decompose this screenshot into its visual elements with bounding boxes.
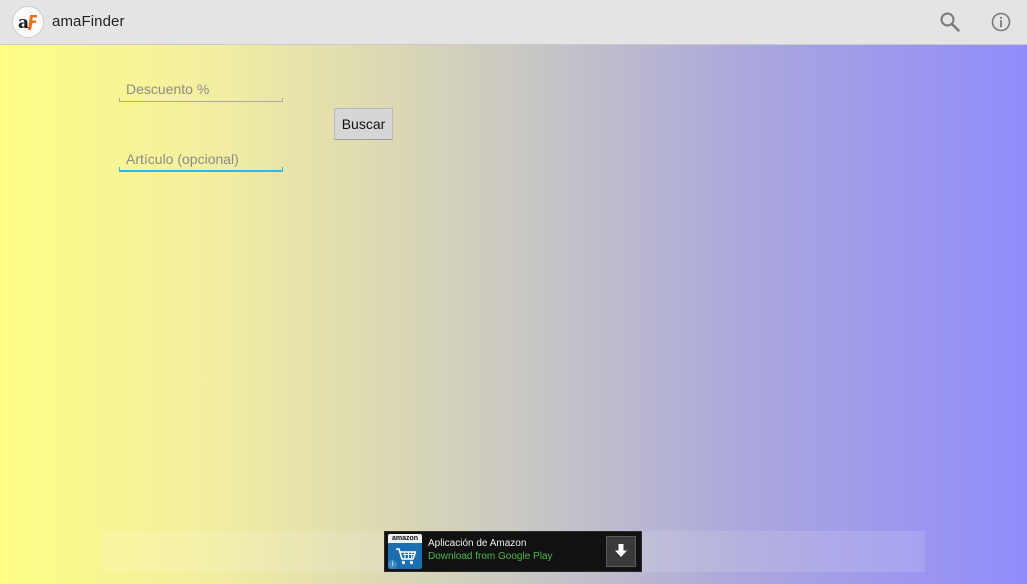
discount-input-underline [119,101,283,102]
amazon-wordmark: amazon [388,534,422,543]
article-input-underline [119,170,283,172]
svg-text:a: a [18,13,29,33]
shopping-cart-icon [396,548,417,565]
app-logo-icon: a [18,13,37,33]
underline-tick [119,167,120,172]
ad-subtitle: Download from Google Play [428,551,553,562]
app-title: amaFinder [52,13,125,30]
ad-banner[interactable]: amazon i Aplicación de Amazon Download f… [384,531,642,572]
info-icon [991,12,1011,32]
amazon-app-logo: amazon i [388,534,422,569]
download-arrow-icon [615,544,627,557]
article-input[interactable] [119,148,283,170]
underline-tick [282,167,283,172]
underline-tick [282,98,283,102]
ad-info-icon[interactable]: i [388,560,397,569]
info-action-button[interactable] [989,10,1013,34]
app-logo[interactable]: a [12,6,44,38]
screen: a amaFinder Buscar [0,0,1027,584]
discount-input[interactable] [119,78,283,100]
search-action-button[interactable] [938,10,962,34]
search-icon [940,12,960,32]
ad-title: Aplicación de Amazon [428,538,527,549]
underline-tick [119,98,120,102]
discount-field-wrapper [119,78,283,102]
ad-download-button[interactable] [606,536,636,567]
action-bar: a amaFinder [0,0,1027,45]
article-field-wrapper [119,148,283,172]
search-button[interactable]: Buscar [334,108,393,140]
